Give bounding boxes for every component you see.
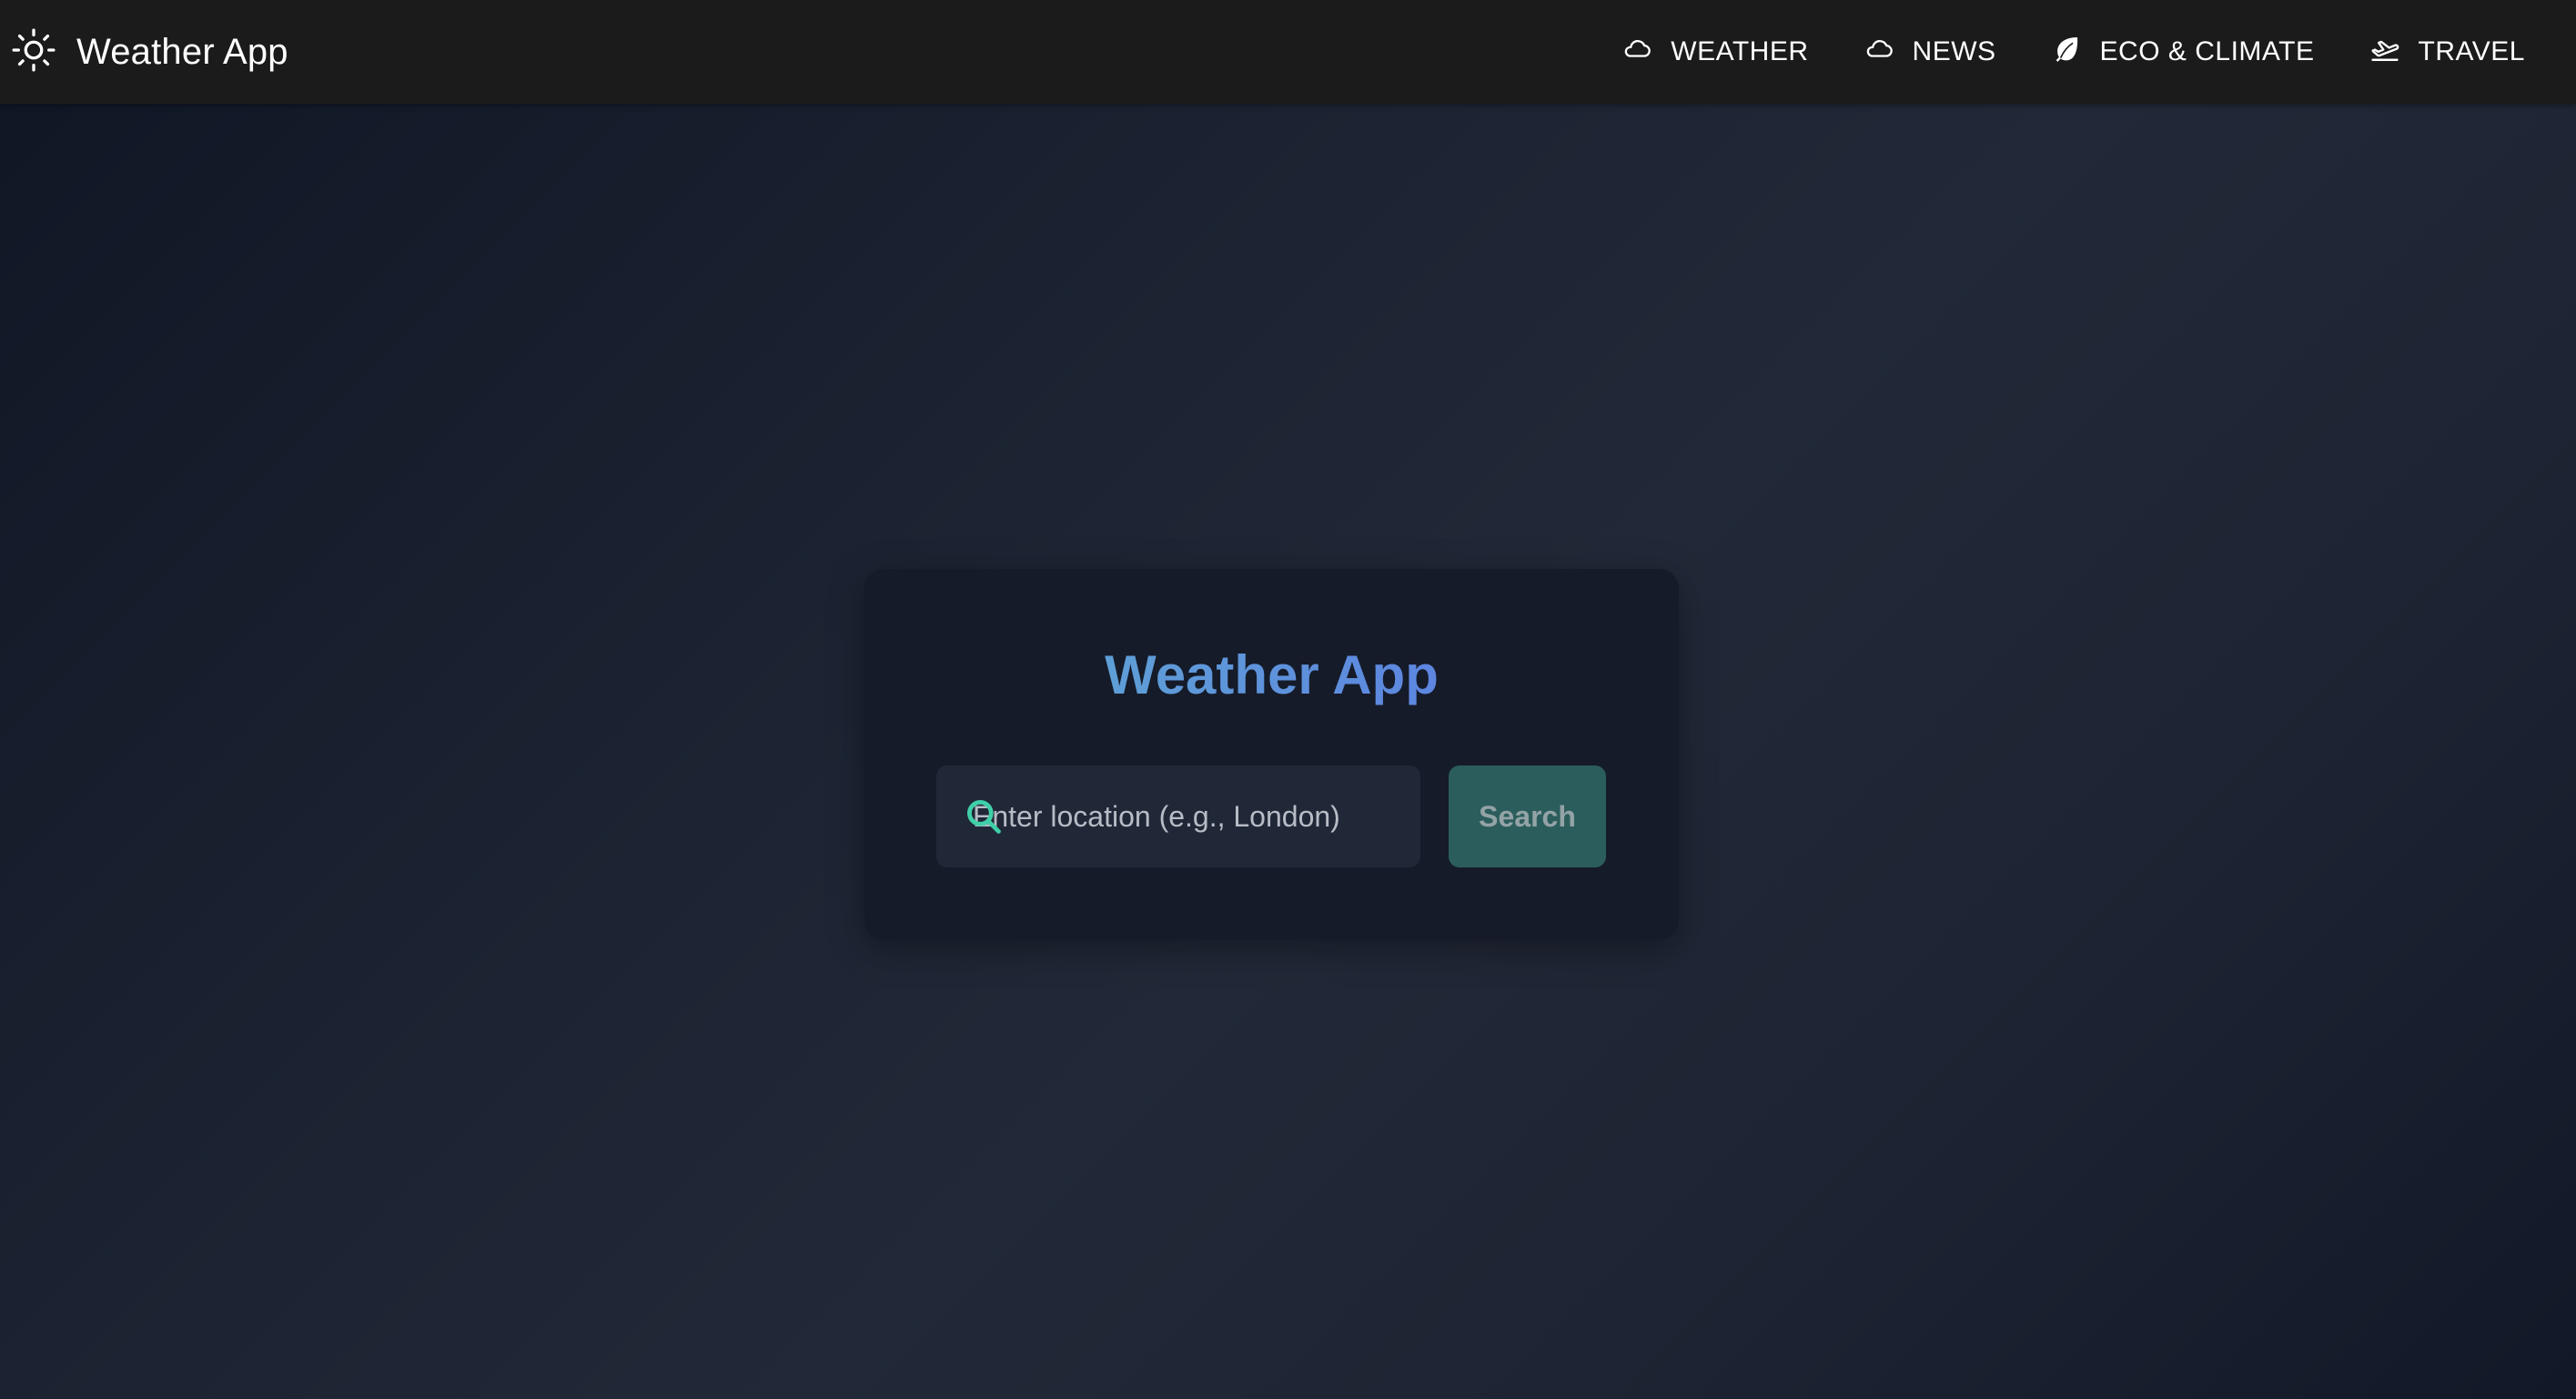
plane-takeoff-icon: [2369, 33, 2419, 71]
nav-item-label: ECO & CLIMATE: [2099, 36, 2315, 66]
nav-item-label: WEATHER: [1671, 36, 1809, 66]
cloud-icon: [1621, 33, 1671, 71]
nav-item-label: TRAVEL: [2418, 36, 2525, 66]
search-card: Weather App Search: [864, 569, 1679, 940]
cloud-icon: [1864, 33, 1913, 71]
nav-item-travel[interactable]: TRAVEL: [2369, 33, 2525, 71]
brand[interactable]: Weather App: [11, 0, 288, 104]
card-title: Weather App: [864, 644, 1679, 706]
nav-item-news[interactable]: NEWS: [1864, 33, 1996, 71]
search-field[interactable]: [936, 765, 1420, 867]
brand-label: Weather App: [76, 31, 288, 72]
sun-icon: [11, 27, 56, 77]
search-input[interactable]: [936, 765, 1420, 867]
nav-item-eco-climate[interactable]: ECO & CLIMATE: [2051, 33, 2315, 71]
leaf-icon: [2051, 33, 2100, 71]
top-navbar: Weather App WEATHER NEWS ECO & CLIMATE T…: [0, 0, 2576, 104]
nav-item-label: NEWS: [1912, 36, 1996, 66]
nav-item-weather[interactable]: WEATHER: [1621, 33, 1808, 71]
nav-links: WEATHER NEWS ECO & CLIMATE TRAVEL: [1567, 0, 2525, 104]
search-button[interactable]: Search: [1449, 765, 1606, 867]
